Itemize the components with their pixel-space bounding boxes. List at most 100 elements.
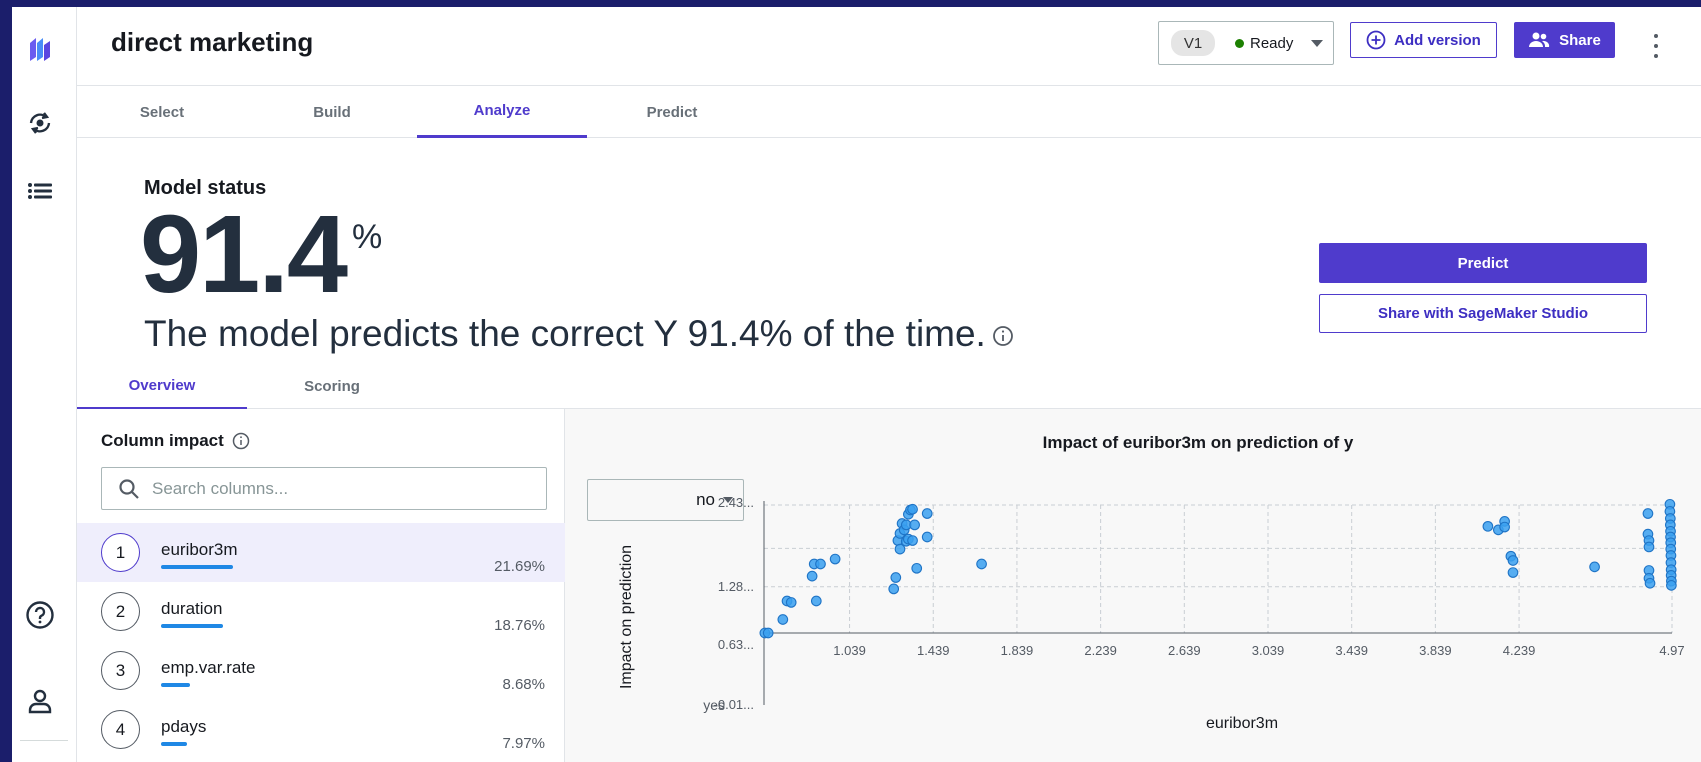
impact-bar — [161, 683, 190, 687]
tab-analyze[interactable]: Analyze — [417, 86, 587, 138]
impact-percent: 18.76% — [494, 617, 545, 634]
x-tick-label: 1.039 — [833, 643, 866, 658]
column-impact-heading: Column impact — [101, 431, 250, 451]
x-axis-label: euribor3m — [1206, 715, 1278, 732]
app-header: direct marketing V1 Ready Add version Sh… — [77, 7, 1701, 86]
models-list-icon[interactable] — [24, 175, 56, 207]
column-impact-row[interactable]: 2 duration 18.76% — [77, 582, 565, 641]
tab-overview[interactable]: Overview — [77, 364, 247, 409]
predict-button[interactable]: Predict — [1319, 243, 1647, 283]
column-name: pdays — [161, 717, 207, 736]
add-circle-icon — [1366, 30, 1386, 50]
x-tick-label: 4.239 — [1503, 643, 1536, 658]
chevron-down-icon — [1311, 39, 1324, 47]
add-version-button[interactable]: Add version — [1350, 22, 1497, 58]
column-impact-panel: Column impact 1 euribor3m 21.69% 2 durat… — [77, 409, 565, 762]
column-impact-title: Column impact — [101, 431, 224, 450]
x-tick-label: 1.839 — [1001, 643, 1034, 658]
help-icon[interactable] — [24, 599, 56, 631]
scatter-point — [1507, 555, 1519, 566]
class-label-yes: yes — [703, 697, 725, 713]
y-tick-label: 2.43... — [718, 495, 754, 510]
ready-status-dot — [1235, 38, 1244, 48]
scatter-point — [909, 519, 920, 531]
scatter-point — [1589, 561, 1600, 573]
y-axis-label: Impact on prediction — [618, 545, 635, 689]
scatter-point — [888, 583, 900, 595]
impact-bar — [161, 624, 223, 628]
tab-build[interactable]: Build — [247, 86, 417, 138]
scatter-point — [911, 562, 923, 574]
impact-bar — [161, 742, 187, 746]
scatter-point — [810, 595, 822, 607]
info-icon[interactable] — [232, 432, 250, 450]
scatter-point — [907, 535, 918, 546]
search-columns-field[interactable] — [101, 467, 547, 510]
workflow-tabs: Select Build Analyze Predict — [77, 86, 1701, 138]
rail-divider — [20, 740, 68, 741]
user-profile-icon[interactable] — [24, 685, 56, 717]
tab-scoring[interactable]: Scoring — [247, 364, 417, 409]
x-tick-label: 1.439 — [917, 643, 950, 658]
column-impact-row[interactable]: 3 emp.var.rate 8.68% — [77, 641, 565, 700]
impact-percent: 21.69% — [494, 558, 545, 575]
impact-percent: 8.68% — [502, 676, 545, 693]
x-tick-label: 3.839 — [1419, 643, 1452, 658]
column-impact-row[interactable]: 4 pdays 7.97% — [77, 700, 565, 759]
rank-badge: 4 — [101, 710, 140, 749]
search-icon — [119, 478, 139, 499]
x-tick-label: 3.039 — [1252, 643, 1285, 658]
rank-badge: 2 — [101, 592, 140, 631]
column-name: emp.var.rate — [161, 658, 256, 677]
scatter-point — [921, 508, 933, 519]
column-name: duration — [161, 599, 223, 618]
scatter-point — [777, 614, 789, 625]
scatter-point — [1507, 567, 1519, 578]
add-version-label: Add version — [1394, 31, 1481, 49]
scatter-point — [907, 503, 918, 515]
left-nav-rail — [12, 7, 77, 762]
scatter-point — [762, 627, 774, 639]
scatter-point — [1666, 580, 1677, 591]
scatter-point — [1644, 577, 1656, 589]
impact-bar — [161, 565, 233, 569]
scatter-point — [806, 570, 818, 582]
x-tick-label: 4.97 — [1659, 643, 1684, 658]
accuracy-value: 91.4 — [140, 193, 348, 316]
scatter-point — [1499, 521, 1510, 533]
column-name: euribor3m — [161, 540, 238, 559]
tab-select[interactable]: Select — [77, 86, 247, 138]
ml-ops-icon[interactable] — [24, 107, 56, 139]
scatter-point — [921, 531, 933, 543]
tab-predict[interactable]: Predict — [587, 86, 757, 138]
y-tick-label: 0.63... — [718, 637, 754, 652]
search-columns-input[interactable] — [152, 478, 532, 499]
accuracy-unit: % — [352, 218, 383, 256]
info-icon[interactable] — [992, 325, 1014, 347]
scatter-chart: 1.039 1.439 1.839 2.239 2.639 3.039 3.439 3.839… — [618, 495, 1685, 732]
impact-chart-panel: Impact of euribor3m on prediction of y n… — [565, 409, 1701, 762]
scatter-point — [785, 597, 797, 608]
more-options-icon[interactable] — [1646, 31, 1666, 61]
rank-badge: 3 — [101, 651, 140, 690]
scatter-point — [829, 553, 841, 565]
x-tick-label: 2.239 — [1084, 643, 1117, 658]
canvas-logo-icon[interactable] — [24, 33, 56, 65]
status-label: Ready — [1250, 34, 1294, 52]
version-badge: V1 — [1171, 30, 1215, 56]
share-label: Share — [1559, 31, 1601, 49]
y-tick-label: 1.28... — [718, 579, 754, 594]
analysis-subtabs: Overview Scoring — [77, 364, 1701, 409]
share-button[interactable]: Share — [1514, 22, 1615, 58]
accuracy-sentence: The model predicts the correct Y 91.4% o… — [144, 313, 1014, 355]
scatter-point — [1642, 508, 1654, 519]
accuracy-sentence-text: The model predicts the correct Y 91.4% o… — [144, 313, 986, 354]
scatter-point — [976, 558, 987, 570]
app-frame: direct marketing V1 Ready Add version Sh… — [12, 7, 1701, 762]
scatter-point — [1482, 520, 1494, 532]
column-impact-row[interactable]: 1 euribor3m 21.69% — [77, 523, 565, 582]
scatter-point — [815, 558, 826, 570]
share-with-studio-button[interactable]: Share with SageMaker Studio — [1319, 294, 1647, 333]
x-tick-label: 3.439 — [1335, 643, 1368, 658]
version-dropdown[interactable]: V1 Ready — [1158, 21, 1334, 65]
